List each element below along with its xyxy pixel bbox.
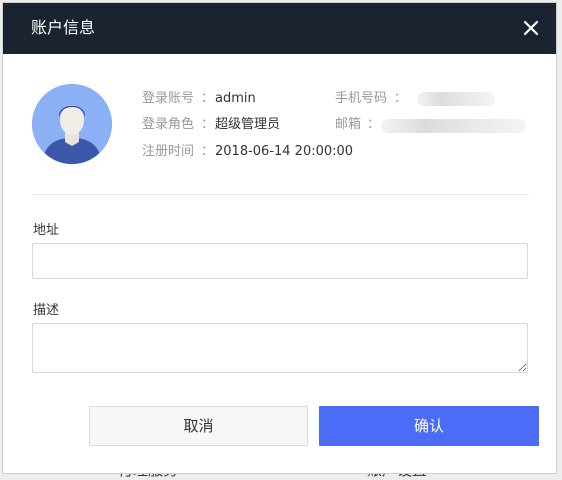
role-label: 登录角色: [142, 117, 195, 132]
account-label: 登录账号: [142, 91, 195, 106]
label-separator: ：: [201, 91, 215, 106]
role-value: 超级管理员: [215, 117, 281, 132]
label-separator: ：: [394, 91, 408, 106]
close-icon[interactable]: [520, 17, 542, 39]
confirm-button[interactable]: 确认: [319, 406, 539, 446]
dialog-header: 账户信息: [3, 3, 556, 54]
user-avatar-icon: [32, 84, 112, 164]
description-textarea[interactable]: [32, 323, 528, 373]
description-label: 描述: [33, 303, 60, 318]
dialog-title: 账户信息: [31, 18, 96, 37]
address-input[interactable]: [32, 243, 528, 279]
label-separator: ：: [201, 144, 215, 159]
account-value: admin: [215, 91, 256, 106]
divider: [32, 194, 529, 195]
address-label: 地址: [33, 223, 60, 238]
phone-label: 手机号码: [335, 91, 388, 106]
email-value-redacted: [381, 119, 526, 133]
email-label: 邮箱: [335, 117, 362, 132]
label-separator: ：: [367, 117, 381, 132]
phone-value-redacted: [417, 92, 495, 106]
register-time-label: 注册时间: [142, 144, 195, 159]
account-info-dialog: 账户信息 登录账号 ： admin 登录角色 ： 超级管理员 注册时间 ： 20…: [2, 2, 557, 474]
register-time-value: 2018-06-14 20:00:00: [215, 144, 354, 159]
cancel-button[interactable]: 取消: [89, 406, 308, 446]
label-separator: ：: [201, 117, 215, 132]
